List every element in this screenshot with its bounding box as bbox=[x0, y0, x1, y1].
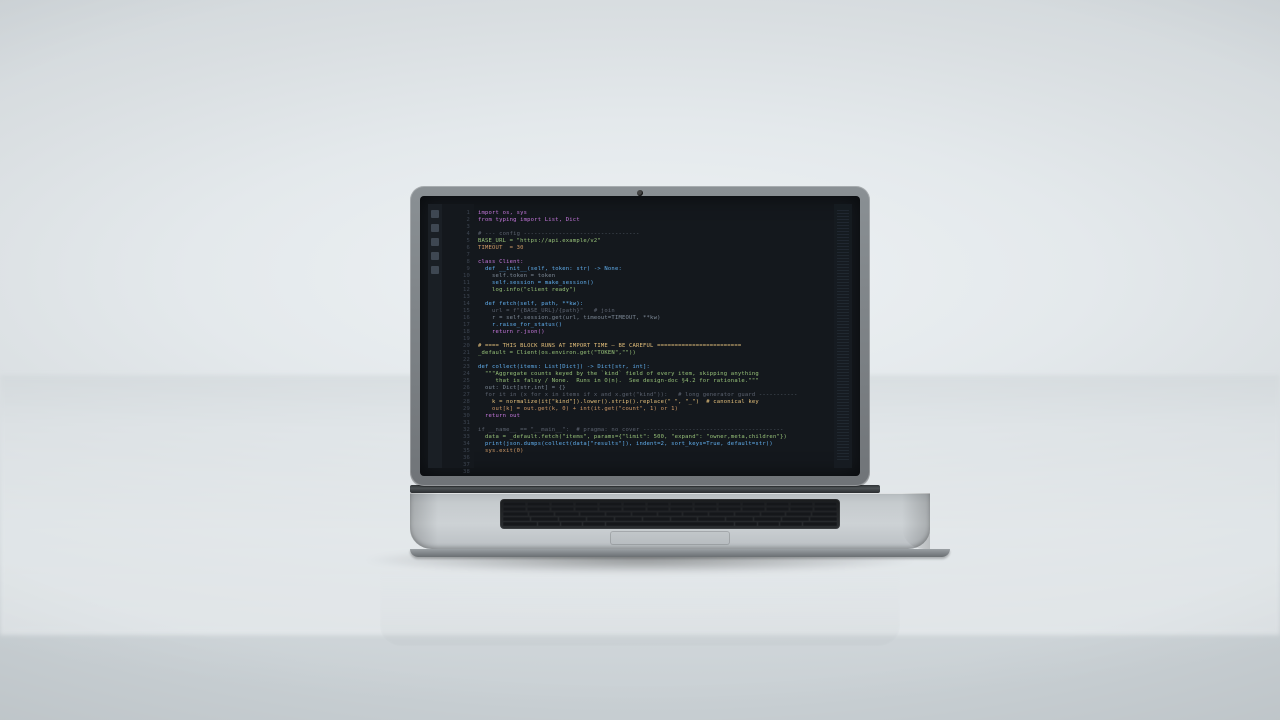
files-icon bbox=[431, 210, 439, 218]
laptop-deck bbox=[410, 493, 930, 549]
code-area: import os, sysfrom typing import List, D… bbox=[474, 204, 834, 468]
search-icon bbox=[431, 224, 439, 232]
trackpad bbox=[610, 531, 730, 545]
laptop-hinge bbox=[410, 485, 880, 493]
laptop-lid: 1234567891011121314151617181920212223242… bbox=[410, 186, 870, 486]
studio-scene: 1234567891011121314151617181920212223242… bbox=[0, 0, 1280, 720]
code-editor: 1234567891011121314151617181920212223242… bbox=[428, 204, 852, 468]
keyboard bbox=[500, 499, 840, 529]
laptop-screen: 1234567891011121314151617181920212223242… bbox=[420, 196, 860, 476]
activity-bar bbox=[428, 204, 442, 468]
debug-icon bbox=[431, 252, 439, 260]
laptop: 1234567891011121314151617181920212223242… bbox=[410, 186, 870, 557]
line-number-gutter: 1234567891011121314151617181920212223242… bbox=[442, 204, 474, 468]
ext-icon bbox=[431, 266, 439, 274]
laptop-reflection bbox=[380, 556, 900, 646]
minimap bbox=[834, 204, 852, 468]
git-icon bbox=[431, 238, 439, 246]
laptop-foot bbox=[410, 549, 950, 557]
